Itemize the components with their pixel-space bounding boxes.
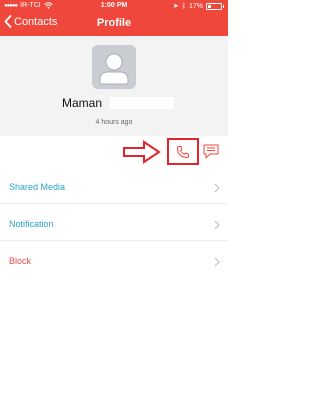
nav-bar: Contacts Profile: [0, 14, 228, 36]
contact-name: Maman: [62, 96, 103, 110]
status-right: ➤ ᛒ 17%: [173, 2, 224, 10]
profile-card: Maman 4 hours ago: [0, 36, 228, 136]
phone-icon: [177, 145, 189, 158]
notification-row[interactable]: Notification: [0, 209, 228, 241]
block-label: Block: [9, 256, 32, 266]
page-title: Profile: [96, 17, 132, 29]
status-bar: ●●●●● IR-TCI 1:00 PM ➤ ᛒ 17%: [0, 0, 228, 12]
chevron-right-icon: [214, 183, 220, 193]
location-icon: ➤: [172, 3, 179, 10]
last-seen: 4 hours ago: [95, 119, 133, 126]
message-icon: [203, 144, 219, 159]
chevron-right-icon: [214, 220, 220, 230]
action-row: [0, 138, 228, 168]
redaction-box: [110, 97, 174, 109]
block-row[interactable]: Block: [0, 246, 228, 278]
message-button[interactable]: [202, 143, 220, 160]
name-row: Maman: [62, 96, 174, 110]
bluetooth-icon: ᛒ: [181, 2, 186, 10]
header: ●●●●● IR-TCI 1:00 PM ➤ ᛒ 17% Contacts Pr…: [0, 0, 228, 36]
avatar[interactable]: [92, 45, 136, 89]
shared-media-label: Shared Media: [9, 182, 66, 192]
battery-label: 17%: [188, 2, 203, 10]
user-placeholder-icon: [92, 45, 136, 89]
battery-icon: [206, 2, 222, 10]
notification-label: Notification: [9, 219, 54, 229]
shared-media-row[interactable]: Shared Media: [0, 172, 228, 204]
annotation-arrow: [123, 140, 161, 164]
battery-tip: [223, 4, 224, 8]
call-button[interactable]: [167, 138, 199, 165]
chevron-right-icon: [214, 257, 220, 267]
